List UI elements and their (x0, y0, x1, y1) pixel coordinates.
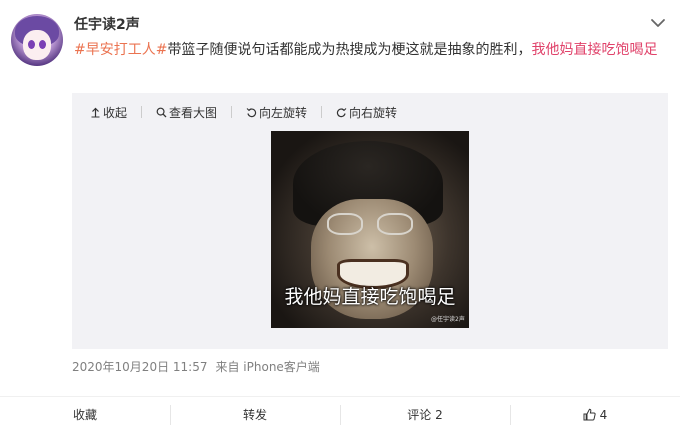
rotate-right-icon (336, 108, 347, 118)
view-large-button[interactable]: 查看大图 (156, 104, 217, 121)
post-source: 来自 iPhone客户端 (215, 360, 320, 374)
repost-label: 转发 (242, 408, 267, 422)
post-text: 带篮子随便说句话都能成为热搜成为梗这就是抽象的胜利 (167, 42, 518, 58)
username[interactable]: 任宇读2声 (74, 14, 140, 34)
toolbar-divider (141, 106, 143, 118)
like-count: 4 (599, 407, 608, 422)
post-content: #早安打工人#带篮子随便说句话都能成为热搜成为梗这就是抽象的胜利，我他妈直接吃饱… (74, 40, 674, 60)
post-meta: 2020年10月20日 11:57 来自 iPhone客户端 (72, 358, 320, 375)
photo-glasses (327, 213, 363, 235)
media-panel: 收起 查看大图 向左旋转 向右旋转 我他妈直接吃饱喝足 @任宇读2声 (72, 93, 668, 349)
favorite-button[interactable]: 收藏 (0, 397, 170, 432)
collapse-label: 收起 (103, 106, 128, 120)
toolbar-divider (231, 106, 233, 118)
rotate-right-label: 向右旋转 (349, 106, 398, 120)
rotate-right-button[interactable]: 向右旋转 (336, 104, 397, 121)
meme-photo[interactable]: 我他妈直接吃饱喝足 @任宇读2声 (271, 131, 469, 328)
repost-button[interactable]: 转发 (170, 397, 340, 432)
toolbar-divider (321, 106, 323, 118)
arrow-up-icon (91, 107, 100, 118)
topic-link[interactable]: #早安打工人# (74, 42, 167, 58)
rotate-left-button[interactable]: 向左旋转 (246, 104, 307, 121)
post-punctuation: ， (517, 42, 532, 58)
avatar-eye (28, 40, 35, 49)
timestamp[interactable]: 2020年10月20日 11:57 (72, 360, 207, 374)
like-button[interactable]: 4 (510, 397, 680, 432)
highlighted-text: 我他妈直接吃饱喝足 (531, 42, 658, 58)
rotate-left-icon (246, 108, 257, 118)
photo-glasses (377, 213, 413, 235)
view-large-label: 查看大图 (169, 106, 218, 120)
photo-caption: 我他妈直接吃饱喝足 (284, 286, 456, 308)
rotate-left-label: 向左旋转 (259, 106, 308, 120)
action-bar: 收藏 转发 评论 2 4 (0, 396, 680, 432)
photo-watermark: @任宇读2声 (431, 316, 465, 323)
avatar[interactable] (11, 14, 63, 66)
favorite-label: 收藏 (72, 408, 97, 422)
chevron-down-icon[interactable] (649, 14, 667, 32)
search-icon (156, 107, 167, 118)
weibo-post: 任宇读2声 #早安打工人#带篮子随便说句话都能成为热搜成为梗这就是抽象的胜利，我… (0, 0, 680, 435)
comment-button[interactable]: 评论 2 (340, 397, 510, 432)
thumbs-up-icon (583, 408, 596, 421)
avatar-eye (39, 40, 46, 49)
comment-label: 评论 2 (407, 408, 443, 422)
media-toolbar: 收起 查看大图 向左旋转 向右旋转 (90, 104, 397, 121)
collapse-button[interactable]: 收起 (90, 104, 127, 121)
